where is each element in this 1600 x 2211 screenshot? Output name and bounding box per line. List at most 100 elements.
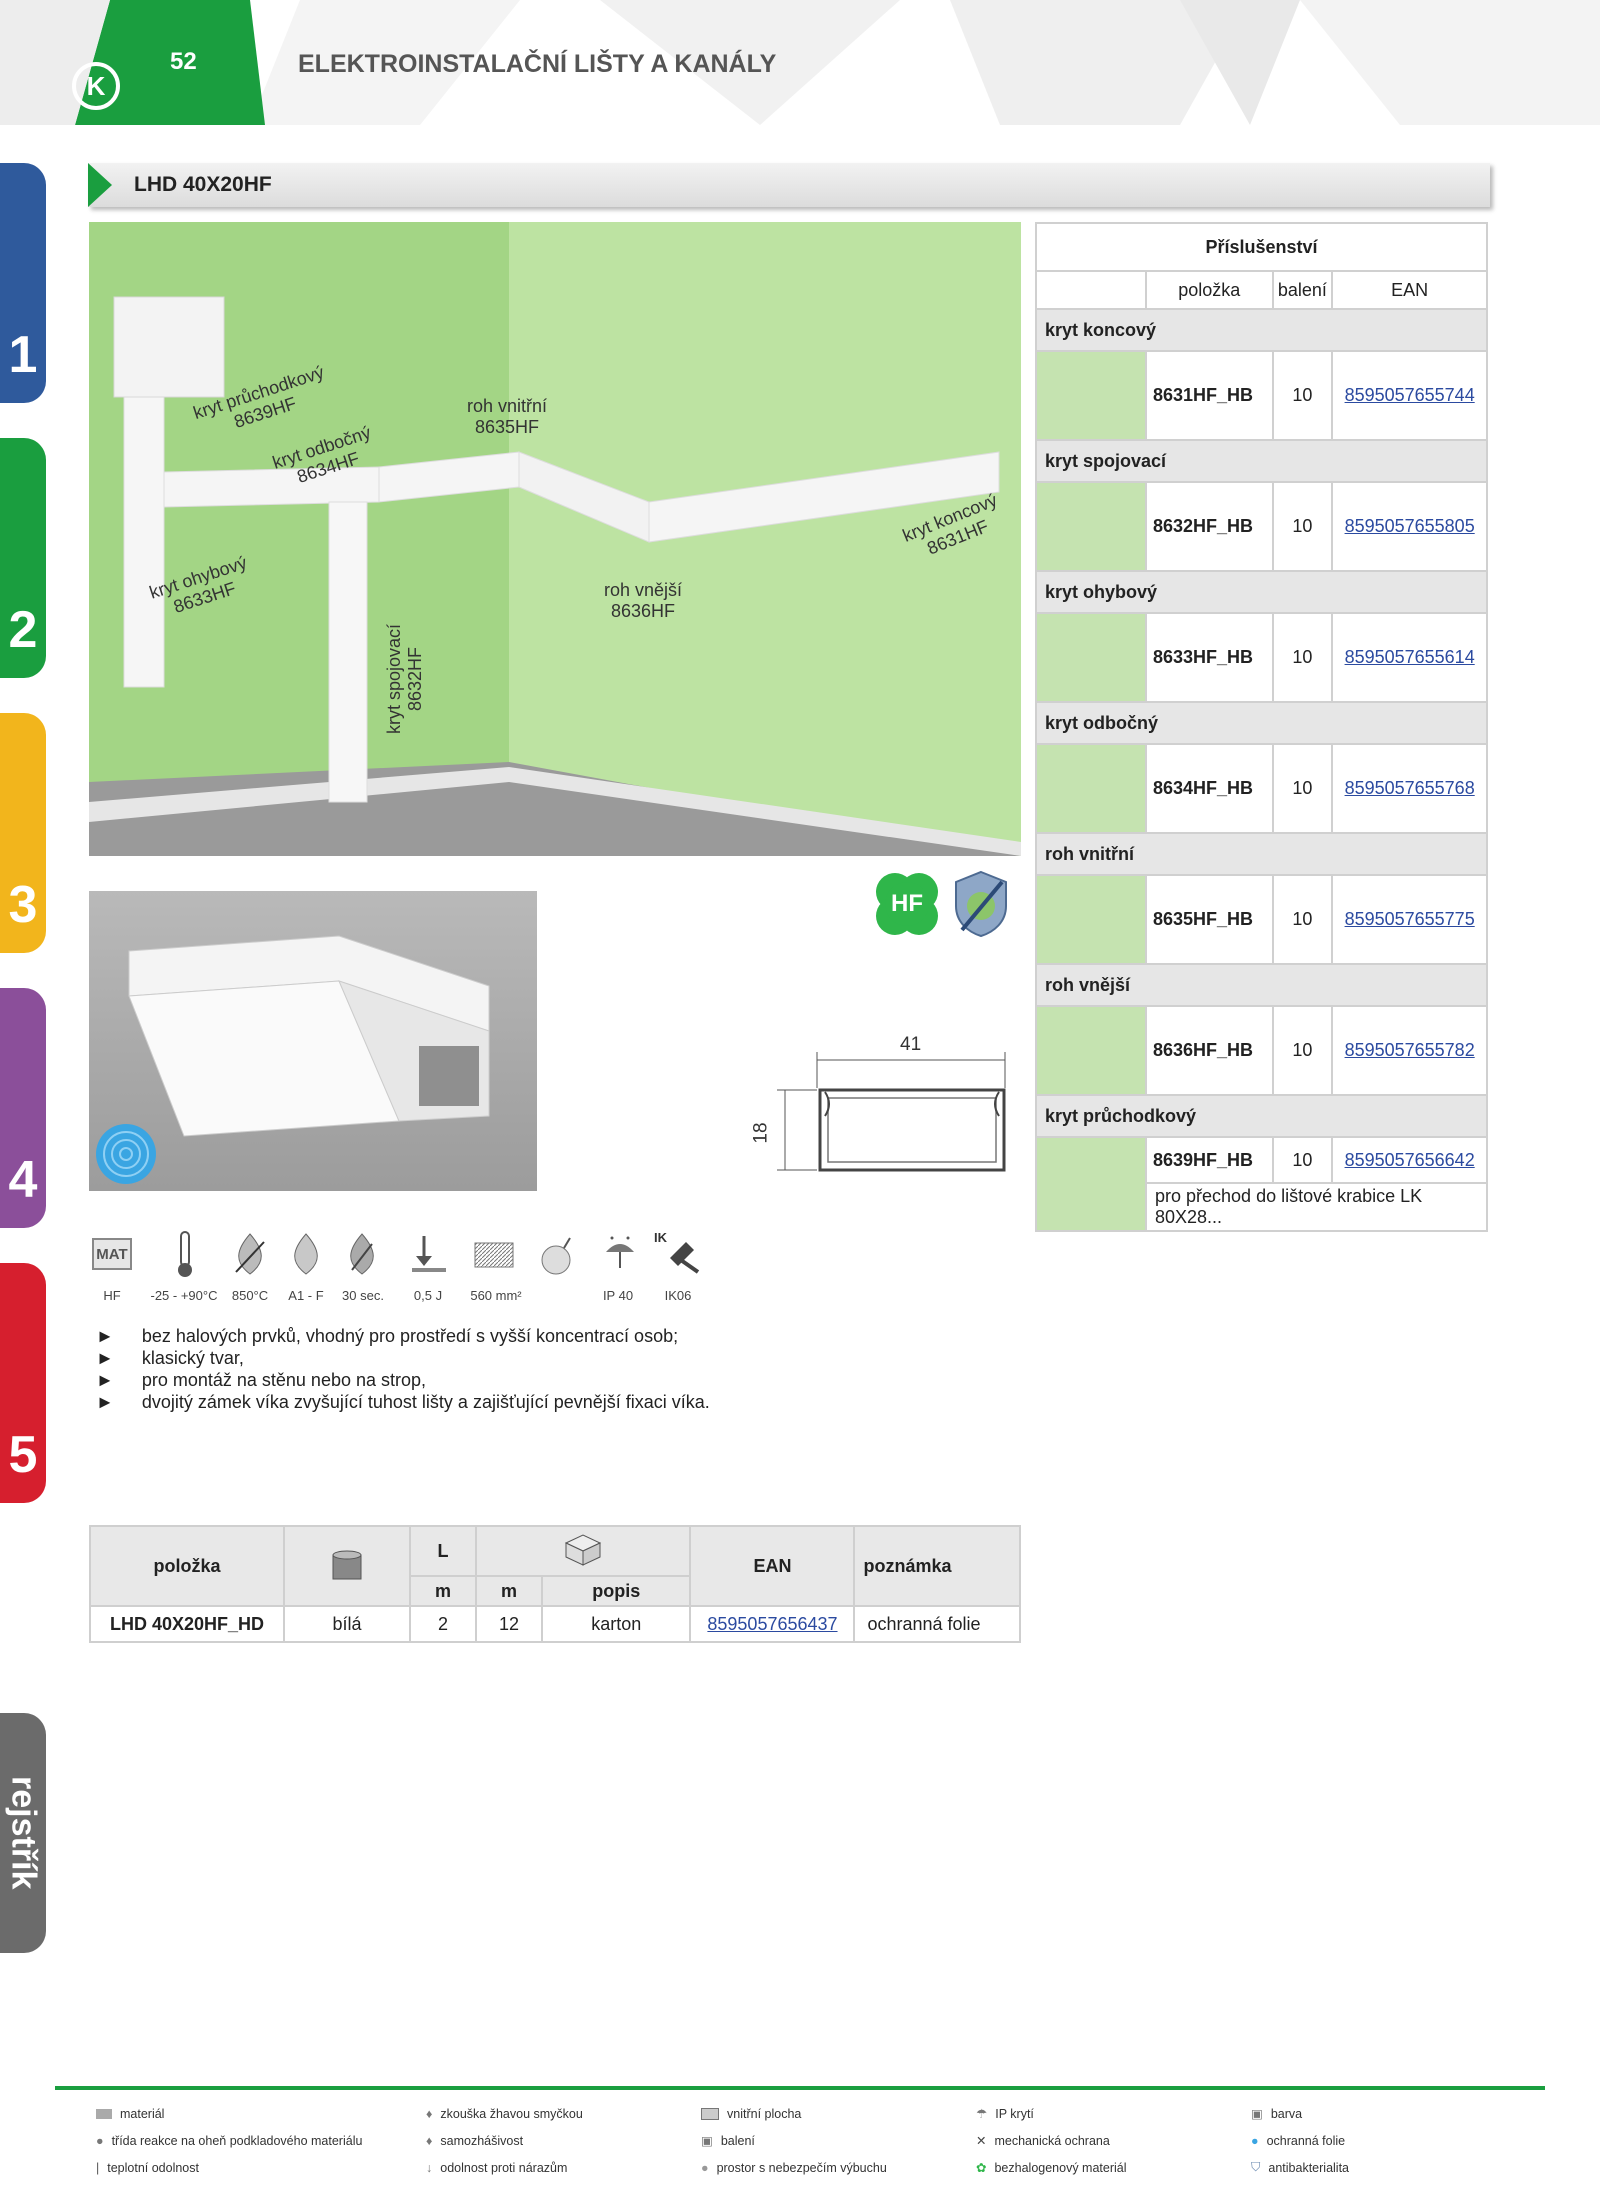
- tab-index[interactable]: rejstřík: [0, 1713, 46, 1953]
- photo-label-roh-vnejsi: roh vnější 8636HF: [604, 580, 683, 621]
- dimension-width: 41: [900, 1034, 922, 1055]
- accessory-code: 8635HF_HB: [1145, 874, 1274, 965]
- accessory-pack: 10: [1271, 1136, 1334, 1184]
- product-title: LHD 40X20HF: [134, 173, 272, 196]
- photo-label-roh-vnitrni: roh vnitřní 8635HF: [467, 396, 548, 437]
- legend-item: | teplotní odolnost: [96, 2160, 199, 2175]
- ean-link[interactable]: 8595057656642: [1345, 1150, 1475, 1170]
- column-header: balení: [1271, 270, 1334, 310]
- column-header: položka: [1145, 270, 1274, 310]
- package-column-header: [474, 1525, 692, 1577]
- legend-item: vnitřní plocha: [701, 2100, 961, 2127]
- legend-item: ♦ zkouška žhavou smyčkou: [426, 2106, 583, 2121]
- legend-item: ♦ samozhášivost: [426, 2133, 524, 2148]
- accessory-code: 8634HF_HB: [1145, 743, 1274, 834]
- accessory-thumbnail: [1035, 1136, 1147, 1232]
- ean-link[interactable]: 8595057655782: [1345, 1040, 1475, 1060]
- accessory-thumbnail: [1035, 1005, 1147, 1096]
- halogen-free-icon: ✿: [976, 2161, 987, 2175]
- legend-item: ☂ IP krytí: [976, 2106, 1034, 2122]
- tab-chapter-5[interactable]: 5: [0, 1263, 46, 1503]
- tab-label: 3: [8, 876, 38, 934]
- ip-rating-icon: [606, 1236, 634, 1268]
- inner-area-icon: [701, 2107, 719, 2120]
- tab-label: 1: [8, 326, 38, 384]
- property-value: IK06: [664, 1288, 692, 1303]
- package-box-icon: [565, 1533, 602, 1566]
- accessory-thumbnail: [1035, 743, 1147, 834]
- tab-chapter-4[interactable]: 4: [0, 988, 46, 1228]
- fire-class-icon: ●: [96, 2133, 104, 2148]
- accessory-pack: 10: [1271, 1005, 1334, 1096]
- accessory-section: kryt koncový: [1035, 308, 1488, 352]
- accessory-section: kryt ohybový: [1035, 570, 1488, 614]
- accessory-pack: 10: [1271, 350, 1334, 441]
- legend-item: ● prostor s nebezpečím výbuchu: [701, 2160, 887, 2175]
- title-arrow-icon: [88, 163, 112, 207]
- accessories-title: Příslušenství: [1035, 222, 1488, 272]
- mechanical-protection-icon: ✕: [976, 2134, 987, 2148]
- bullet-icon: ►: [96, 1348, 114, 1368]
- explosion-hazard-icon: ●: [701, 2160, 709, 2175]
- material-icon: MAT: [92, 1238, 132, 1270]
- antibacterial-shield-icon: ⛉: [1251, 2160, 1261, 2174]
- paint-bucket-icon: [332, 1550, 362, 1579]
- feature-item: ► dvojitý zámek víka zvyšující tuhost liš…: [96, 1392, 710, 1412]
- impact-resistance-icon: [412, 1236, 446, 1272]
- feature-list: ► bez halových prvků, vhodný pro prostřed…: [96, 1325, 996, 1413]
- accessory-code: 8636HF_HB: [1145, 1005, 1274, 1096]
- ean-link[interactable]: 8595057655775: [1345, 909, 1475, 929]
- thermometer-icon: [178, 1231, 192, 1277]
- column-header: položka: [89, 1525, 285, 1607]
- legend-item: ✿ bezhalogenový materiál: [976, 2160, 1127, 2176]
- product-length: 2: [409, 1605, 477, 1643]
- accessory-section: kryt průchodkový: [1035, 1094, 1488, 1138]
- impact-resistance-icon: ↓: [426, 2160, 433, 2175]
- column-header: m: [475, 1575, 543, 1607]
- footer-divider: [55, 2086, 1545, 2090]
- property-value: 560 mm²: [470, 1288, 522, 1303]
- property-value: A1 - F: [288, 1288, 324, 1303]
- legend-item: materiál: [96, 2100, 396, 2127]
- accessory-pack: 10: [1271, 874, 1334, 965]
- material-icon: [96, 2108, 112, 2119]
- photo-label-spojovaci: kryt spojovací 8632HF: [384, 623, 425, 734]
- tab-chapter-2[interactable]: 2: [0, 438, 46, 678]
- accessory-code: 8632HF_HB: [1145, 481, 1274, 572]
- property-values: HF -25 - +90°C 850°C A1 - F 30 sec. 0,5 …: [90, 1288, 710, 1308]
- property-value: HF: [103, 1288, 121, 1303]
- product-color: bílá: [283, 1605, 411, 1643]
- table-row: LHD 40X20HF_HD bílá 2 12 karton 85950576…: [89, 1605, 1021, 1643]
- legend-item: ● ochranná folie: [1251, 2133, 1346, 2148]
- tab-chapter-3[interactable]: 3: [0, 713, 46, 953]
- ean-link[interactable]: 8595057655805: [1345, 516, 1475, 536]
- accessory-thumbnail: [1035, 612, 1147, 703]
- ean-link[interactable]: 8595057655614: [1345, 647, 1475, 667]
- protective-foil-icon: ●: [1251, 2133, 1259, 2148]
- bullet-icon: ►: [96, 1370, 114, 1390]
- page-header: K 52 ELEKTROINSTALAČNÍ LIŠTY A KANÁLY: [0, 0, 1600, 125]
- ip-rating-icon: ☂: [976, 2107, 988, 2121]
- inner-area-icon: [474, 1242, 514, 1268]
- column-header: EAN: [689, 1525, 856, 1607]
- accessory-thumbnail: [1035, 874, 1147, 965]
- fire-class-icon: [294, 1233, 318, 1275]
- property-value: 0,5 J: [413, 1288, 443, 1303]
- tab-chapter-1[interactable]: 1: [0, 163, 46, 403]
- self-extinguishing-icon: ♦: [426, 2133, 433, 2148]
- product-code: LHD 40X20HF_HD: [89, 1605, 285, 1643]
- accessory-pack: 10: [1271, 743, 1334, 834]
- legend-item: ▣ balení: [701, 2133, 755, 2149]
- header-background: [0, 0, 1600, 125]
- feature-item: ► klasický tvar,: [96, 1348, 244, 1368]
- legend-item: ▣ barva: [1251, 2106, 1303, 2122]
- installation-photo: kryt průchodkový 8639HF kryt odbočný 8634H…: [89, 222, 1021, 856]
- self-extinguishing-icon: [350, 1233, 374, 1275]
- antibacterial-shield-icon: [954, 870, 1008, 943]
- product-table: položka L EAN poznámka m m popis LHD 40X…: [89, 1525, 1021, 1643]
- tab-label: rejstřík: [4, 1776, 43, 1890]
- accessory-thumbnail: [1035, 350, 1147, 441]
- ean-link[interactable]: 8595057656437: [707, 1614, 837, 1634]
- ean-link[interactable]: 8595057655768: [1345, 778, 1475, 798]
- ean-link[interactable]: 8595057655744: [1345, 385, 1475, 405]
